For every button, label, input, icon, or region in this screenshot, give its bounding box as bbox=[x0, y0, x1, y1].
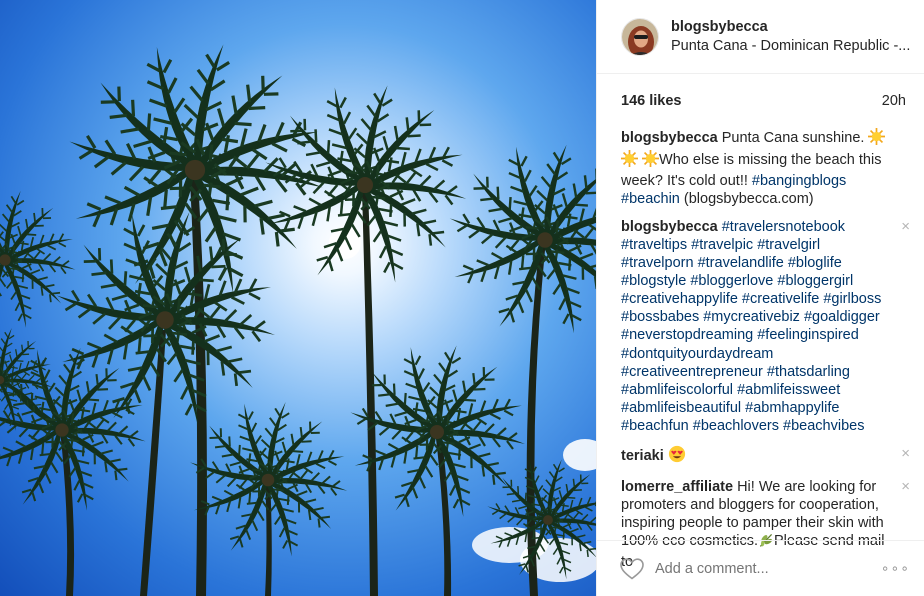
heart-eyes-emoji bbox=[668, 445, 686, 468]
avatar[interactable] bbox=[621, 17, 659, 56]
hashtag-link[interactable]: #travelpic bbox=[691, 237, 753, 253]
post-time[interactable]: 20h bbox=[882, 93, 906, 109]
hashtag-link[interactable]: #travelandlife bbox=[698, 255, 784, 271]
hashtag-link[interactable]: #creativehappylife bbox=[621, 291, 738, 307]
caption-text: (blogsbybecca.com) bbox=[683, 191, 814, 208]
comment-hashtags: blogsbybecca #travelersnotebook #travelt… bbox=[621, 218, 910, 435]
comment-author[interactable]: blogsbybecca bbox=[621, 219, 718, 235]
delete-comment-icon[interactable]: × bbox=[901, 479, 910, 494]
hashtag-link[interactable]: #travelgirl bbox=[757, 237, 820, 253]
hashtag-link[interactable]: #dontquityourdaydream bbox=[621, 346, 773, 362]
hashtag-link[interactable]: #beachlovers bbox=[693, 418, 779, 434]
post-stats: 146 likes 20h bbox=[597, 74, 924, 128]
post-header: blogsbybecca Punta Cana - Dominican Repu… bbox=[597, 0, 924, 74]
comment-footer: ∘∘∘ bbox=[597, 540, 924, 596]
more-options-icon[interactable]: ∘∘∘ bbox=[881, 560, 910, 577]
comment-teriaki: teriaki × bbox=[621, 445, 910, 468]
caption-text: Punta Cana sunshine. bbox=[721, 130, 865, 146]
comment-author[interactable]: lomerre_affiliate bbox=[621, 479, 733, 495]
add-comment-input[interactable] bbox=[655, 560, 881, 577]
hashtag-link[interactable]: #bossbabes bbox=[621, 309, 699, 325]
delete-comment-icon[interactable]: × bbox=[901, 446, 910, 461]
hashtag-link[interactable]: #goaldigger bbox=[804, 309, 880, 325]
sun-emoji bbox=[868, 128, 886, 150]
hashtag-link[interactable]: #abmlifeiscolorful bbox=[621, 382, 733, 398]
sun-emoji bbox=[621, 150, 638, 172]
hashtag-link[interactable]: #feelinginspired bbox=[757, 327, 859, 343]
hashtag-link[interactable]: #bloggergirl bbox=[777, 273, 853, 289]
hashtag-link[interactable]: #girlboss bbox=[823, 291, 881, 307]
post-side-panel: blogsbybecca Punta Cana - Dominican Repu… bbox=[596, 0, 924, 596]
hashtag-link[interactable]: #creativeentrepreneur bbox=[621, 364, 763, 380]
hashtag-link[interactable]: #bloggerlove bbox=[690, 273, 773, 289]
hashtag-link[interactable]: #thatsdarling bbox=[767, 364, 850, 380]
hashtag-link[interactable]: #bangingblogs bbox=[752, 173, 846, 189]
sun-emoji bbox=[642, 150, 660, 172]
caption-author[interactable]: blogsbybecca bbox=[621, 130, 718, 146]
hashtag-link[interactable]: #creativelife bbox=[742, 291, 819, 307]
hashtag-link[interactable]: #travelporn bbox=[621, 255, 694, 271]
hashtag-link[interactable]: #traveltips bbox=[621, 237, 687, 253]
hashtag-link[interactable]: #beachfun bbox=[621, 418, 689, 434]
hashtag-link[interactable]: #abmlifeissweet bbox=[737, 382, 840, 398]
hashtag-link[interactable]: #blogstyle bbox=[621, 273, 686, 289]
hashtag-link[interactable]: #abmhappylife bbox=[745, 400, 839, 416]
delete-comment-icon[interactable]: × bbox=[901, 219, 910, 234]
hashtag-link[interactable]: #beachvibes bbox=[783, 418, 864, 434]
post-username[interactable]: blogsbybecca bbox=[671, 18, 910, 36]
hashtag-link[interactable]: #neverstopdreaming bbox=[621, 327, 753, 343]
hashtag-link[interactable]: #beachin bbox=[621, 191, 680, 207]
post-photo[interactable] bbox=[0, 0, 596, 596]
comments-list: blogsbybecca Punta Cana sunshine. Who el… bbox=[597, 128, 924, 571]
hashtag-list: #travelersnotebook #traveltips #travelpi… bbox=[621, 219, 881, 434]
palm-trees-photo bbox=[0, 0, 596, 596]
comment-author[interactable]: teriaki bbox=[621, 448, 664, 464]
hashtag-link[interactable]: #bloglife bbox=[788, 255, 842, 271]
hashtag-link[interactable]: #travelersnotebook bbox=[722, 219, 845, 235]
hashtag-link[interactable]: #mycreativebiz bbox=[703, 309, 800, 325]
hashtag-link[interactable]: #abmlifeisbeautiful bbox=[621, 400, 741, 416]
likes-count[interactable]: 146 likes bbox=[621, 93, 681, 109]
caption: blogsbybecca Punta Cana sunshine. Who el… bbox=[621, 128, 906, 208]
post-location[interactable]: Punta Cana - Dominican Republic -... bbox=[671, 36, 910, 56]
heart-outline-icon[interactable] bbox=[619, 557, 645, 581]
